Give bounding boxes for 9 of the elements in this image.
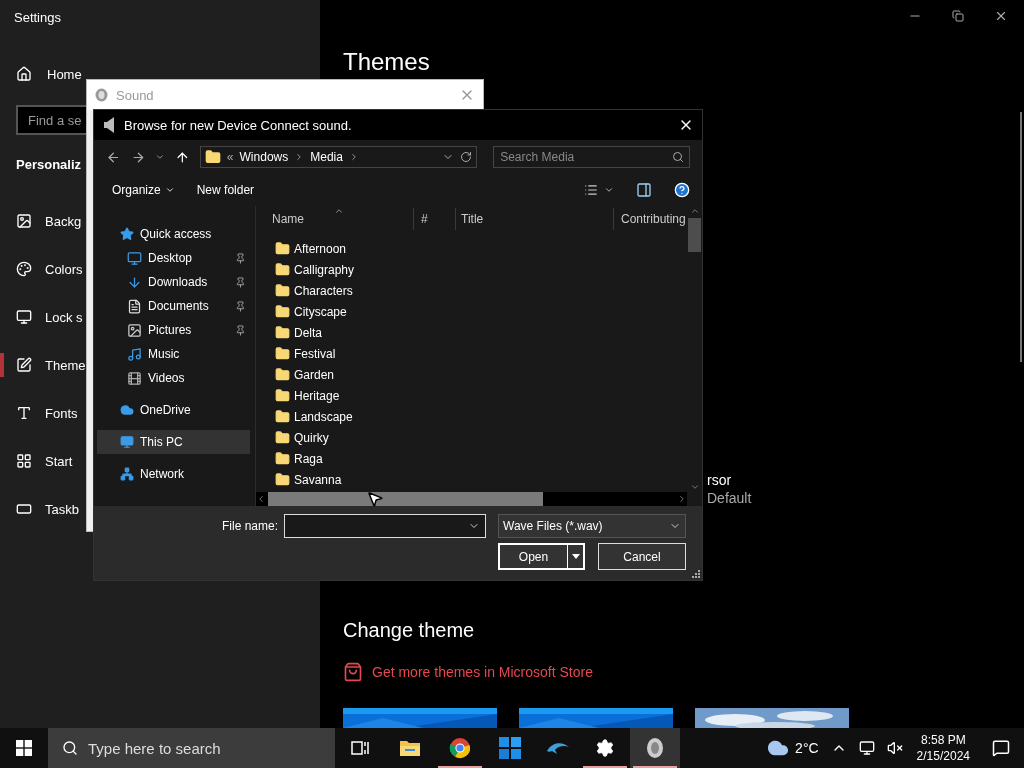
setting-label: rsor	[707, 471, 733, 489]
setting-value: Default	[707, 489, 752, 507]
section-heading: Personaliz	[16, 157, 82, 172]
section-heading: Change theme	[343, 618, 475, 642]
dialog-title: Browse for new Device Connect sound.	[124, 117, 353, 133]
window-title: Sound	[116, 87, 155, 103]
page-heading: Themes	[343, 48, 430, 76]
field-label: File name:	[221, 519, 278, 533]
window-title: Settings	[14, 10, 61, 25]
